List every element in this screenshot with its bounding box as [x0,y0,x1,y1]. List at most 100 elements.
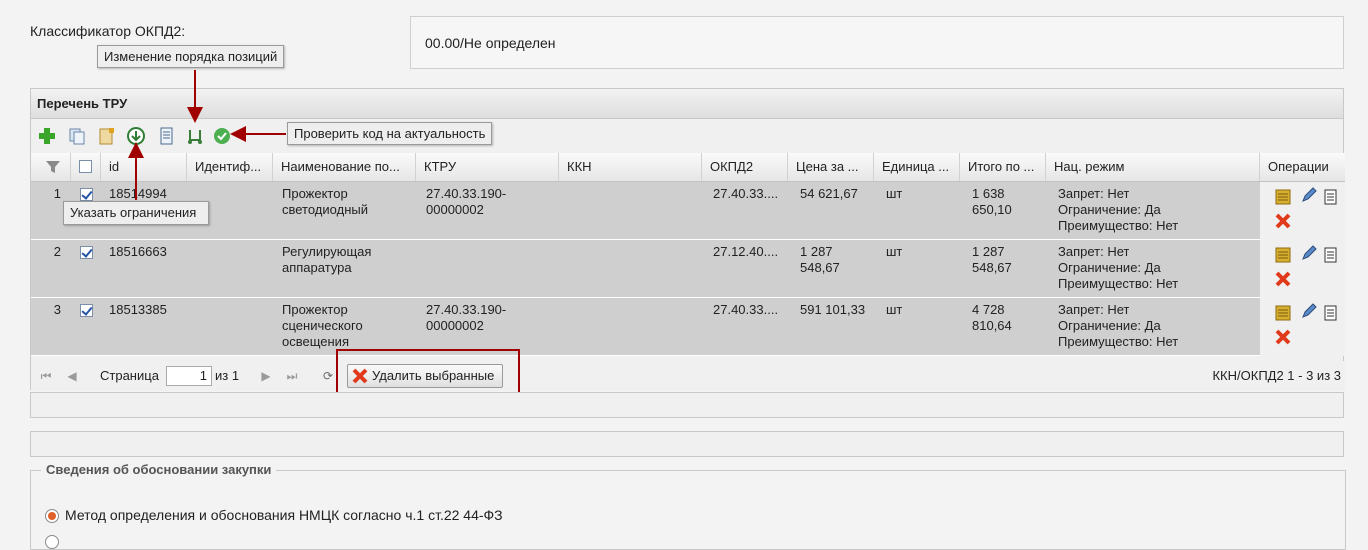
col-kkn[interactable]: ККН [559,153,702,181]
toolbar [31,119,1343,149]
col-id[interactable]: id [101,153,187,181]
row-price-line1: 54 621,67 [800,186,858,201]
table-row[interactable]: 3 18513385 Прожектор сценического освеще… [31,298,1321,356]
highlight-frame [336,349,520,395]
row-nat-ban: Запрет: Нет [1058,302,1130,317]
row-ktru-line1: 27.40.33.190- [426,302,507,317]
operations-column [1260,182,1345,356]
row-number: 3 [53,302,61,317]
check-icon[interactable] [212,126,232,146]
add-icon[interactable] [37,126,57,146]
import-icon[interactable] [97,126,117,146]
table-row[interactable]: 2 18516663 Регулирующая аппаратура 27.12… [31,240,1321,298]
first-page-icon[interactable]: ⏮ [39,369,53,383]
row-ktru-line2: 00000002 [426,318,484,333]
row-id: 18513385 [109,302,167,317]
okpd-label: Классификатор ОКПД2: [30,23,186,39]
restrictions-icon[interactable] [1274,246,1292,264]
method-radio-1[interactable] [45,509,59,523]
delete-icon[interactable] [1274,328,1292,346]
row-id: 18514994 [109,186,167,201]
filter-column[interactable] [31,153,71,181]
select-all-column[interactable] [71,153,101,181]
delete-icon[interactable] [1274,270,1292,288]
method-radio-2[interactable] [45,535,59,549]
callout-check-code: Проверить код на актуальность [287,122,493,145]
prev-page-icon[interactable]: ◀ [65,369,79,383]
row-nat-restriction: Ограничение: Да [1058,202,1161,217]
col-price[interactable]: Цена за ... [788,153,874,181]
empty-bar-2 [30,431,1344,457]
row-id: 18516663 [109,244,167,259]
row-ktru-line2: 00000002 [426,202,484,217]
row-total-line2: 548,67 [972,260,1012,275]
row-name-line1: Регулирующая [282,244,372,259]
row-nat-restriction: Ограничение: Да [1058,260,1161,275]
delete-icon[interactable] [1274,212,1292,230]
row-total-line1: 1 287 [972,244,1005,259]
callout-reorder: Изменение порядка позиций [97,45,285,68]
row-okpd2: 27.40.33.... [713,302,779,317]
row-total-line1: 4 728 [972,302,1005,317]
row-nat-advantage: Преимущество: Нет [1058,218,1179,233]
row-ktru-line1: 27.40.33.190- [426,186,507,201]
col-identifier[interactable]: Идентиф... [187,153,273,181]
okpd-value-field[interactable]: 00.00/Не определен [410,16,1344,69]
row-number: 2 [53,244,61,259]
restrictions-icon[interactable] [1274,304,1292,322]
select-all-checkbox[interactable] [79,160,92,173]
row-checkbox[interactable] [80,304,93,317]
document-view-icon[interactable] [1322,188,1340,206]
reorder-icon[interactable] [185,126,205,146]
row-nat-restriction: Ограничение: Да [1058,318,1161,333]
edit-icon[interactable] [1300,302,1318,320]
row-name-line3: освещения [282,334,349,349]
pager-summary: ККН/ОКПД2 1 - 3 из 3 [1212,368,1341,383]
row-nat-advantage: Преимущество: Нет [1058,334,1179,349]
row-checkbox[interactable] [80,246,93,259]
row-name-line2: аппаратура [282,260,352,275]
row-unit: шт [886,244,903,259]
row-nat-ban: Запрет: Нет [1058,244,1130,259]
col-total[interactable]: Итого по ... [960,153,1046,181]
download-icon[interactable] [126,126,146,146]
row-name-line2: сценического [282,318,363,333]
restrictions-icon[interactable] [1274,188,1292,206]
page-of-label: из 1 [215,368,240,383]
callout-restrictions: Указать ограничения [63,201,209,225]
copy-icon[interactable] [67,126,87,146]
col-national-regime[interactable]: Нац. режим [1046,153,1260,181]
row-total-line2: 650,10 [972,202,1012,217]
table-row[interactable]: 1 18514994 Прожектор светодиодный 27.40.… [31,182,1321,240]
edit-icon[interactable] [1300,186,1318,204]
page-label: Страница [100,368,159,383]
row-checkbox[interactable] [80,188,93,201]
row-name-line1: Прожектор [282,186,348,201]
row-total-line1: 1 638 [972,186,1005,201]
refresh-icon[interactable]: ⟳ [321,369,335,383]
next-page-icon[interactable]: ▶ [259,369,273,383]
document-icon[interactable] [157,126,177,146]
row-name-line2: светодиодный [282,202,368,217]
col-okpd2[interactable]: ОКПД2 [702,153,788,181]
row-nat-advantage: Преимущество: Нет [1058,276,1179,291]
row-okpd2: 27.40.33.... [713,186,779,201]
document-view-icon[interactable] [1322,304,1340,322]
panel-title: Перечень ТРУ [31,89,1343,119]
method-option-1-label: Метод определения и обоснования НМЦК сог… [65,507,503,523]
col-operations: Операции [1268,159,1329,174]
okpd-value: 00.00/Не определен [425,35,556,51]
filter-icon[interactable] [45,159,61,175]
row-nat-ban: Запрет: Нет [1058,186,1130,201]
col-name[interactable]: Наименование по... [273,153,416,181]
empty-bar-1 [30,392,1344,418]
row-name-line1: Прожектор [282,302,348,317]
page-input[interactable]: 1 [166,366,212,386]
tru-list-panel: Перечень ТРУ id Идентиф... Наименование … [30,88,1345,391]
last-page-icon[interactable]: ⏭ [285,369,299,383]
document-view-icon[interactable] [1322,246,1340,264]
col-unit[interactable]: Единица ... [874,153,960,181]
col-ktru[interactable]: КТРУ [416,153,559,181]
edit-icon[interactable] [1300,244,1318,262]
row-price-line1: 591 101,33 [800,302,866,317]
